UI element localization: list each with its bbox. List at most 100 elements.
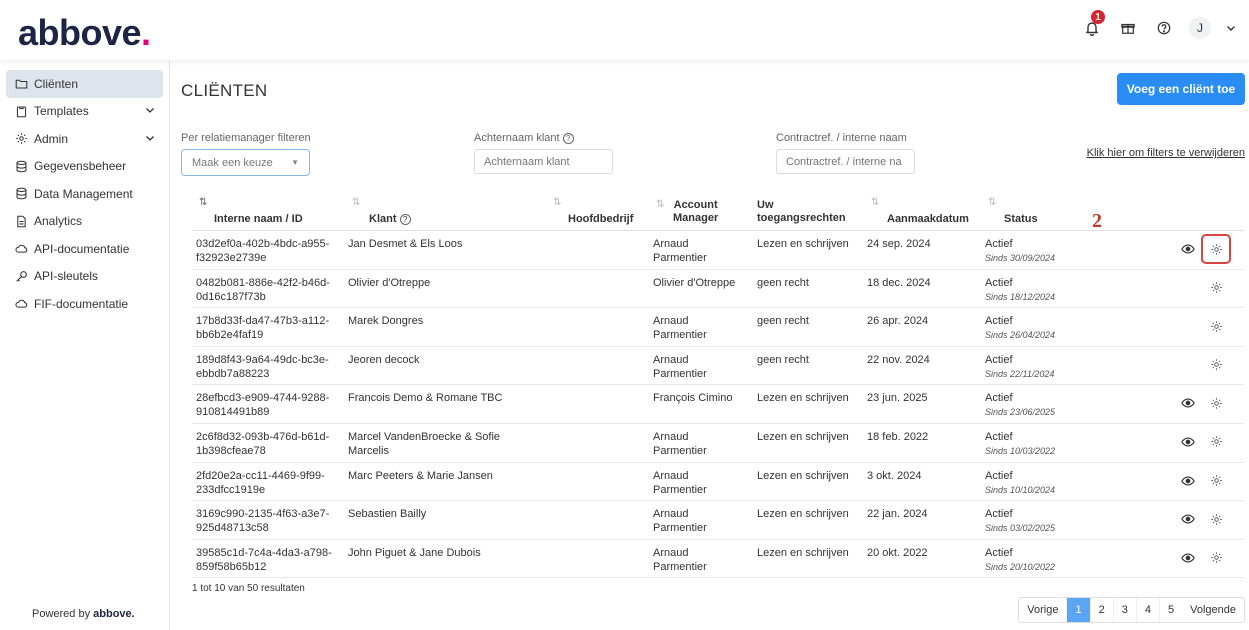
pagination-page-2[interactable]: 2 (1091, 598, 1114, 622)
cell-id-line2: 925d48713c58 (196, 522, 269, 535)
cell-client[interactable]: Francois Demo & Romane TBC (348, 391, 548, 405)
table-row[interactable]: 17b8d33f-da47-47b3-a112- bb6b2e4faf19 Mare… (192, 308, 1244, 347)
cell-client[interactable]: Sebastien Bailly (348, 507, 548, 521)
settings-gear-icon[interactable] (1208, 357, 1224, 373)
document-icon (14, 214, 28, 228)
settings-gear-icon[interactable] (1208, 550, 1224, 566)
chevron-down-icon[interactable] (145, 132, 155, 146)
sort-icon[interactable]: ⇅ (988, 197, 996, 208)
cell-client[interactable]: Jan Desmet & Els Loos (348, 237, 548, 251)
settings-gear-icon[interactable] (1208, 511, 1224, 527)
sidebar-item-api-documentatie[interactable]: API-documentatie (6, 235, 163, 263)
cell-status: Actief Sinds 23/06/2025 (985, 391, 1055, 419)
pagination-prev[interactable]: Vorige (1019, 598, 1068, 622)
pagination-next[interactable]: Volgende (1182, 598, 1244, 622)
cell-manager-line1: Olivier d'Otreppe (653, 276, 736, 289)
pagination-page-4[interactable]: 4 (1137, 598, 1160, 622)
table-row[interactable]: 3169c990-2135-4f63-a3e7- 925d48713c58 Seba… (192, 501, 1244, 540)
settings-gear-icon[interactable] (1208, 473, 1224, 489)
column-header-manager-line2: Manager (673, 212, 719, 224)
status-text: Actief (985, 469, 1013, 482)
column-header-company[interactable]: Hoofdbedrijf (568, 213, 633, 226)
table-row[interactable]: 189d8f43-9a64-49dc-bc3e-ebbdb7a88223 Jeor… (192, 347, 1244, 386)
eye-icon[interactable] (1180, 434, 1196, 450)
sidebar-item-analytics[interactable]: Analytics (6, 208, 163, 236)
brand-logo[interactable]: abbove. (18, 12, 151, 54)
settings-gear-icon[interactable] (1208, 280, 1224, 296)
cell-id-line2: 910814491b89 (196, 406, 270, 419)
sort-icon[interactable]: ⇅ (656, 199, 664, 210)
cell-client[interactable]: Jeoren decock (348, 353, 548, 367)
settings-gear-icon[interactable] (1201, 234, 1231, 264)
cell-client-line2: Marcelis (348, 444, 389, 457)
column-header-rights[interactable]: Uw toegangsrechten (757, 199, 846, 225)
avatar[interactable]: J (1189, 17, 1211, 39)
column-header-id[interactable]: Interne naam / ID (214, 213, 303, 226)
cell-id-line1: 03d2ef0a-402b-4bdc-a955- (196, 238, 330, 250)
sidebar-item-admin[interactable]: Admin (6, 125, 163, 153)
manager-filter-select[interactable]: Maak een keuze ▼ (181, 149, 310, 176)
table-row[interactable]: 28efbcd3-e909-4744-9288- 910814491b89 Fran… (192, 385, 1244, 424)
clear-filters-link[interactable]: Klik hier om filters te verwijderen (1087, 147, 1245, 159)
status-since: Sinds 18/12/2024 (985, 291, 1056, 302)
sidebar-item-label: Cliënten (34, 76, 79, 91)
clients-table: ⇅ Interne naam / ID ⇅ Klant ? ⇅ Hoofdbed… (192, 195, 1244, 579)
table-row[interactable]: 03d2ef0a-402b-4bdc-a955- f32923e2739e Jan … (192, 231, 1244, 270)
add-client-button[interactable]: Voeg een cliënt toe (1117, 73, 1245, 105)
sort-icon[interactable]: ⇅ (553, 197, 561, 208)
chevron-down-icon[interactable] (145, 104, 155, 118)
eye-icon[interactable] (1180, 395, 1196, 411)
sidebar-item-api-sleutels[interactable]: API-sleutels (6, 263, 163, 291)
sidebar-item-fif-documentatie[interactable]: FIF-documentatie (6, 290, 163, 318)
cell-client-line1: Olivier d'Otreppe (348, 276, 431, 289)
cell-client[interactable]: Marek Dongres (348, 314, 548, 328)
sort-icon[interactable]: ⇅ (871, 197, 879, 208)
cell-manager: Arnaud Parmentier (653, 353, 753, 381)
cell-id: 28efbcd3-e909-4744-9288- 910814491b89 (196, 391, 346, 419)
column-header-manager[interactable]: Account Manager (673, 199, 718, 225)
column-header-status[interactable]: Status (1004, 213, 1038, 226)
table-row[interactable]: 2c6f8d32-093b-476d-b61d- 1b398cfeae78 Marc… (192, 424, 1244, 463)
eye-icon[interactable] (1180, 473, 1196, 489)
chevron-down-icon[interactable] (1225, 16, 1237, 40)
table-row[interactable]: 2fd20e2a-cc11-4469-9f99- 233dfcc1919e Marc… (192, 463, 1244, 502)
table-row[interactable]: 39585c1d-7c4a-4da3-a798- 859f58b65b12 John… (192, 540, 1244, 579)
cell-client[interactable]: Olivier d'Otreppe (348, 276, 548, 290)
pagination-page-3[interactable]: 3 (1114, 598, 1137, 622)
contract-filter-input[interactable] (776, 149, 915, 174)
powered-by-text: Powered by (32, 608, 91, 620)
cell-created: 20 okt. 2022 (867, 546, 928, 559)
sidebar-item-label: Templates (34, 104, 89, 119)
column-header-client[interactable]: Klant ? (369, 213, 411, 226)
sort-icon[interactable]: ⇅ (352, 197, 360, 208)
table-body: 03d2ef0a-402b-4bdc-a955- f32923e2739e Jan … (192, 231, 1244, 579)
column-header-client-text: Klant (369, 213, 397, 225)
sidebar-item-label: Data Management (34, 186, 133, 201)
gift-icon[interactable] (1117, 16, 1139, 40)
sort-asc-icon[interactable]: ⇅ (199, 197, 207, 208)
cell-rights: geen recht (757, 353, 809, 366)
bell-icon[interactable]: 1 (1081, 10, 1105, 40)
pagination-page-1[interactable]: 1 (1067, 598, 1091, 622)
cell-client[interactable]: John Piguet & Jane Dubois (348, 546, 548, 560)
pagination-page-5[interactable]: 5 (1160, 598, 1182, 622)
cell-client[interactable]: Marcel VandenBroecke & Sofie Marcelis (348, 430, 548, 458)
settings-gear-icon[interactable] (1208, 318, 1224, 334)
help-icon[interactable] (1153, 16, 1175, 40)
sidebar-item-cli-nten[interactable]: Cliënten (6, 70, 163, 98)
eye-icon[interactable] (1180, 550, 1196, 566)
lastname-filter-input[interactable] (474, 149, 613, 174)
sidebar-item-templates[interactable]: Templates (6, 98, 163, 126)
sidebar-item-label: FIF-documentatie (34, 296, 129, 311)
cell-manager: Olivier d'Otreppe (653, 276, 753, 290)
sidebar-item-gegevensbeheer[interactable]: Gegevensbeheer (6, 153, 163, 181)
settings-gear-icon[interactable] (1208, 395, 1224, 411)
column-header-created[interactable]: Aanmaakdatum (887, 213, 969, 226)
sidebar-item-data-management[interactable]: Data Management (6, 180, 163, 208)
table-row[interactable]: 0482b081-886e-42f2-b46d- 0d16c187f73b Oliv… (192, 270, 1244, 309)
cell-manager-line2: Parmentier (653, 367, 707, 380)
cell-client[interactable]: Marc Peeters & Marie Jansen (348, 469, 548, 483)
settings-gear-icon[interactable] (1208, 434, 1224, 450)
eye-icon[interactable] (1180, 511, 1196, 527)
eye-icon[interactable] (1180, 241, 1196, 257)
